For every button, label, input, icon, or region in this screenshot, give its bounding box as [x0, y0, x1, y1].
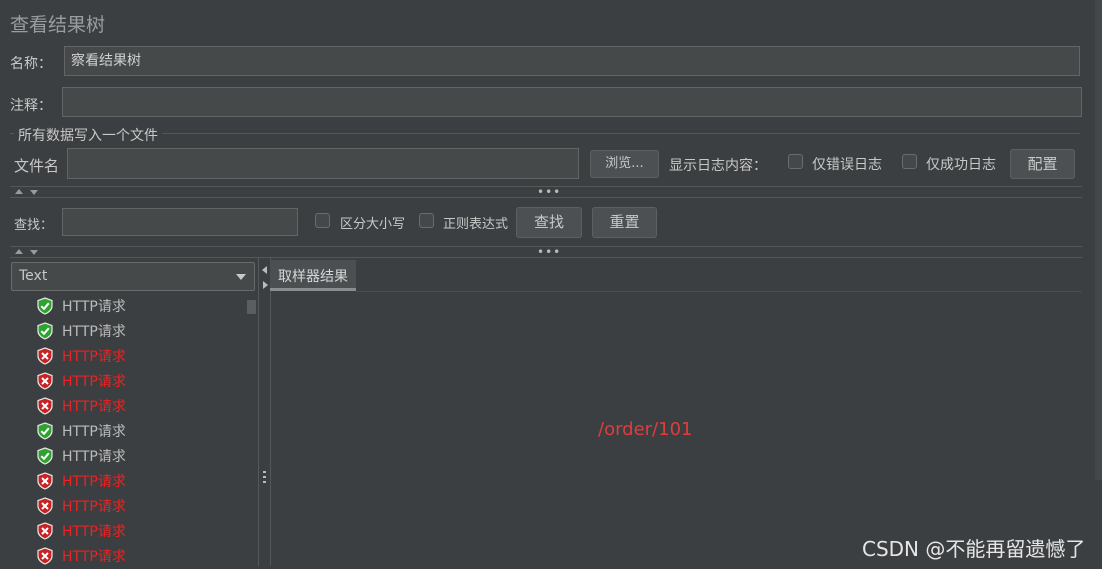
- tree-item-http-request[interactable]: HTTP请求: [36, 345, 126, 367]
- renderer-select[interactable]: Text: [11, 262, 255, 291]
- success-shield-icon: [36, 447, 54, 465]
- tree-item-label: HTTP请求: [62, 324, 126, 340]
- name-input[interactable]: 察看结果树: [64, 46, 1080, 76]
- renderer-select-value: Text: [19, 268, 48, 284]
- config-button[interactable]: 配置: [1010, 149, 1075, 179]
- file-section-border: [10, 133, 1080, 134]
- vertical-splitter-grip-icon[interactable]: [263, 471, 266, 485]
- error-shield-icon: [36, 347, 54, 365]
- error-shield-icon: [36, 522, 54, 540]
- regex-checkbox[interactable]: [419, 213, 434, 228]
- error-shield-icon: [36, 497, 54, 515]
- tree-item-http-request[interactable]: HTTP请求: [36, 470, 126, 492]
- name-label: 名称：: [10, 56, 52, 72]
- error-shield-icon: [36, 372, 54, 390]
- tree-scrollbar-thumb[interactable]: [247, 300, 256, 314]
- tree-item-label: HTTP请求: [62, 474, 126, 490]
- tab-bar-border: [356, 291, 1082, 292]
- chevron-down-icon: [236, 274, 246, 280]
- tree-item-http-request[interactable]: HTTP请求: [36, 395, 126, 417]
- splitter-grip-icon[interactable]: •••: [537, 186, 561, 198]
- error-shield-icon: [36, 397, 54, 415]
- regex-label: 正则表达式: [443, 217, 509, 232]
- tree-item-label: HTTP请求: [62, 374, 126, 390]
- tree-item-http-request[interactable]: HTTP请求: [36, 520, 126, 542]
- case-sensitive-label: 区分大小写: [340, 217, 406, 232]
- collapse-down-icon[interactable]: [30, 190, 38, 195]
- watermark: CSDN @不能再留遗憾了: [862, 537, 1086, 561]
- success-shield-icon: [36, 297, 54, 315]
- browse-button[interactable]: 浏览...: [590, 150, 659, 178]
- tab-sampler-result[interactable]: 取样器结果: [270, 260, 356, 291]
- expand-left-icon[interactable]: [262, 266, 267, 274]
- errors-only-checkbox[interactable]: [788, 154, 803, 169]
- errors-only-label: 仅错误日志: [812, 157, 882, 173]
- search-input[interactable]: [62, 208, 298, 236]
- tree-item-http-request[interactable]: HTTP请求: [36, 545, 126, 567]
- comment-input[interactable]: [62, 87, 1082, 117]
- error-shield-icon: [36, 472, 54, 490]
- tree-item-label: HTTP请求: [62, 499, 126, 515]
- tree-item-label: HTTP请求: [62, 424, 126, 440]
- splitter2-bottom-border: [10, 257, 1082, 258]
- success-only-label: 仅成功日志: [926, 157, 996, 173]
- panel-divider-left: [258, 258, 259, 566]
- file-section-legend: 所有数据写入一个文件: [14, 125, 162, 145]
- find-button[interactable]: 查找: [516, 207, 582, 238]
- collapse2-down-icon[interactable]: [30, 250, 38, 255]
- log-content-label: 显示日志内容：: [669, 158, 767, 174]
- tree-item-label: HTTP请求: [62, 549, 126, 565]
- tree-item-label: HTTP请求: [62, 399, 126, 415]
- tree-item-http-request[interactable]: HTTP请求: [36, 295, 126, 317]
- tree-item-label: HTTP请求: [62, 349, 126, 365]
- error-shield-icon: [36, 547, 54, 565]
- success-only-checkbox[interactable]: [902, 154, 917, 169]
- filename-label: 文件名: [14, 157, 60, 175]
- panel-divider-right: [270, 258, 271, 566]
- tree-item-http-request[interactable]: HTTP请求: [36, 420, 126, 442]
- tree-item-label: HTTP请求: [62, 449, 126, 465]
- tree-item-http-request[interactable]: HTTP请求: [36, 495, 126, 517]
- tree-item-http-request[interactable]: HTTP请求: [36, 320, 126, 342]
- tree-item-http-request[interactable]: HTTP请求: [36, 370, 126, 392]
- tree-item-label: HTTP请求: [62, 299, 126, 315]
- success-shield-icon: [36, 322, 54, 340]
- expand-right-icon[interactable]: [263, 281, 268, 289]
- splitter-bottom-border: [10, 197, 1082, 198]
- collapse2-up-icon[interactable]: [15, 249, 23, 254]
- tree-item-http-request[interactable]: HTTP请求: [36, 445, 126, 467]
- panel-title: 查看结果树: [10, 14, 106, 36]
- search-label: 查找：: [14, 218, 54, 233]
- detail-content-text: /order/101: [598, 419, 693, 440]
- reset-button[interactable]: 重置: [592, 207, 657, 238]
- window-scrollbar[interactable]: [1095, 0, 1102, 480]
- comment-label: 注释：: [10, 98, 52, 114]
- tree-item-label: HTTP请求: [62, 524, 126, 540]
- collapse-up-icon[interactable]: [15, 189, 23, 194]
- filename-input[interactable]: [67, 148, 579, 179]
- case-sensitive-checkbox[interactable]: [315, 213, 330, 228]
- splitter2-grip-icon[interactable]: •••: [537, 246, 561, 258]
- success-shield-icon: [36, 422, 54, 440]
